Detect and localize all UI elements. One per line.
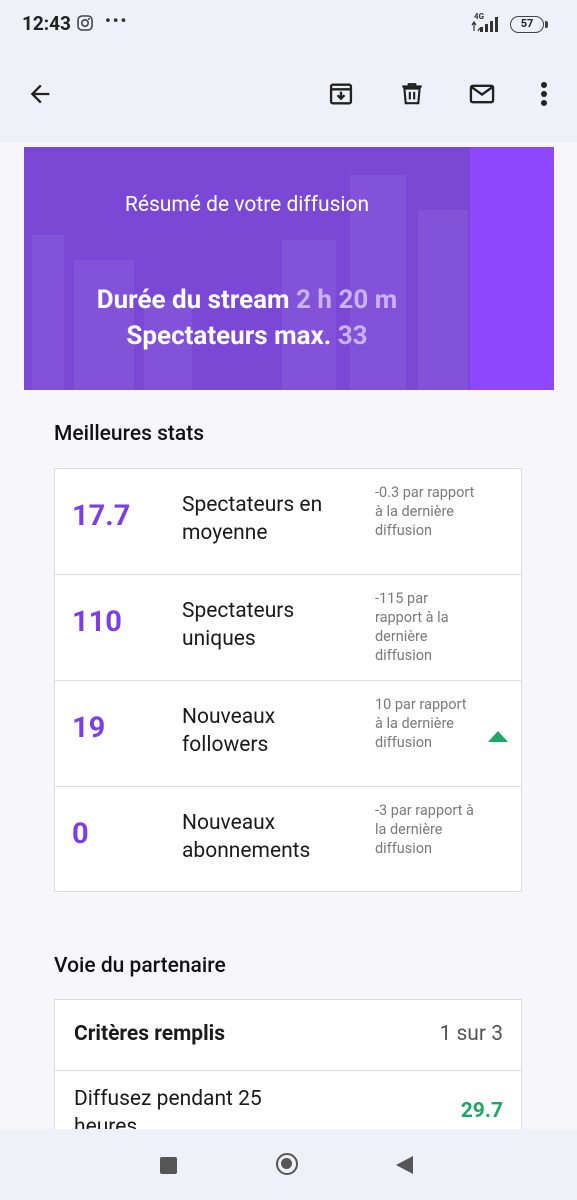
- banner-side-panel: [470, 147, 554, 390]
- criteria-label: Critères remplis: [74, 1022, 226, 1046]
- partner-path-title: Voie du partenaire: [54, 954, 226, 978]
- stat-comparison: -3 par rapport à la dernière diffusion: [375, 802, 474, 857]
- notification-dots-icon: •••: [105, 11, 129, 30]
- battery-icon: 57: [510, 16, 548, 33]
- stream-duration-value: 2 h 20 m: [296, 285, 398, 315]
- stat-row: 19 Nouveaux followers 10 par rapport à l…: [55, 681, 521, 787]
- arrow-left-icon[interactable]: [22, 76, 58, 112]
- email-body[interactable]: Résumé de votre diffusion Durée du strea…: [0, 142, 577, 1129]
- system-nav-bar: [0, 1129, 577, 1200]
- stat-row: 110 Spectateurs uniques -115 par rapport…: [55, 575, 521, 681]
- archive-icon[interactable]: [323, 76, 359, 112]
- stat-label: Nouveaux abonnements: [182, 811, 311, 863]
- stream-duration-label: Durée du stream: [96, 285, 290, 315]
- max-viewers-label: Spectateurs max.: [126, 321, 332, 351]
- criteria-row-value: 29.7: [460, 1099, 503, 1123]
- stream-duration: Durée du stream 2 h 20 m: [24, 285, 470, 315]
- status-bar: 12:43 ••• 4G 57: [0, 0, 577, 52]
- stat-value: 110: [72, 605, 122, 639]
- stat-label: Spectateurs uniques: [182, 599, 295, 651]
- stat-row: 17.7 Spectateurs en moyenne -0.3 par rap…: [55, 469, 521, 575]
- stat-value: 19: [72, 711, 106, 745]
- stat-label: Spectateurs en moyenne: [182, 493, 323, 545]
- banner-caption: Résumé de votre diffusion: [124, 193, 370, 217]
- stat-row: 0 Nouveaux abonnements -3 par rapport à …: [55, 787, 521, 891]
- mail-toolbar: [0, 52, 577, 142]
- best-stats-title: Meilleures stats: [54, 422, 205, 446]
- best-stats-card: 17.7 Spectateurs en moyenne -0.3 par rap…: [54, 468, 522, 892]
- criteria-header: Critères remplis 1 sur 3: [55, 1000, 521, 1071]
- instagram-icon: [77, 15, 93, 31]
- trend-up-icon: [488, 731, 508, 742]
- signal-icon: [471, 17, 498, 32]
- criteria-row-label: Diffusez pendant 25 heures: [74, 1087, 262, 1129]
- stat-comparison: -0.3 par rapport à la dernière diffusion: [375, 484, 475, 539]
- stat-value: 0: [72, 817, 89, 851]
- trash-icon[interactable]: [394, 76, 430, 112]
- stat-label: Nouveaux followers: [182, 705, 276, 757]
- max-viewers: Spectateurs max. 33: [24, 321, 470, 351]
- stream-summary-banner: Résumé de votre diffusion Durée du strea…: [24, 147, 554, 390]
- more-vert-icon[interactable]: [526, 76, 562, 112]
- criteria-value: 1 sur 3: [439, 1022, 503, 1046]
- home-icon[interactable]: [276, 1153, 298, 1175]
- decorative-bar: [282, 240, 336, 390]
- stat-comparison: 10 par rapport à la dernière diffusion: [375, 696, 467, 751]
- recents-icon[interactable]: [160, 1157, 177, 1174]
- max-viewers-value: 33: [337, 321, 368, 351]
- stat-comparison: -115 par rapport à la dernière diffusion: [375, 590, 449, 664]
- back-icon[interactable]: [396, 1156, 413, 1174]
- criteria-row: Diffusez pendant 25 heures 29.7: [55, 1071, 521, 1129]
- status-time: 12:43: [22, 12, 71, 35]
- partner-card: Critères remplis 1 sur 3 Diffusez pendan…: [54, 999, 522, 1129]
- mail-icon[interactable]: [464, 76, 500, 112]
- stat-value: 17.7: [72, 499, 131, 533]
